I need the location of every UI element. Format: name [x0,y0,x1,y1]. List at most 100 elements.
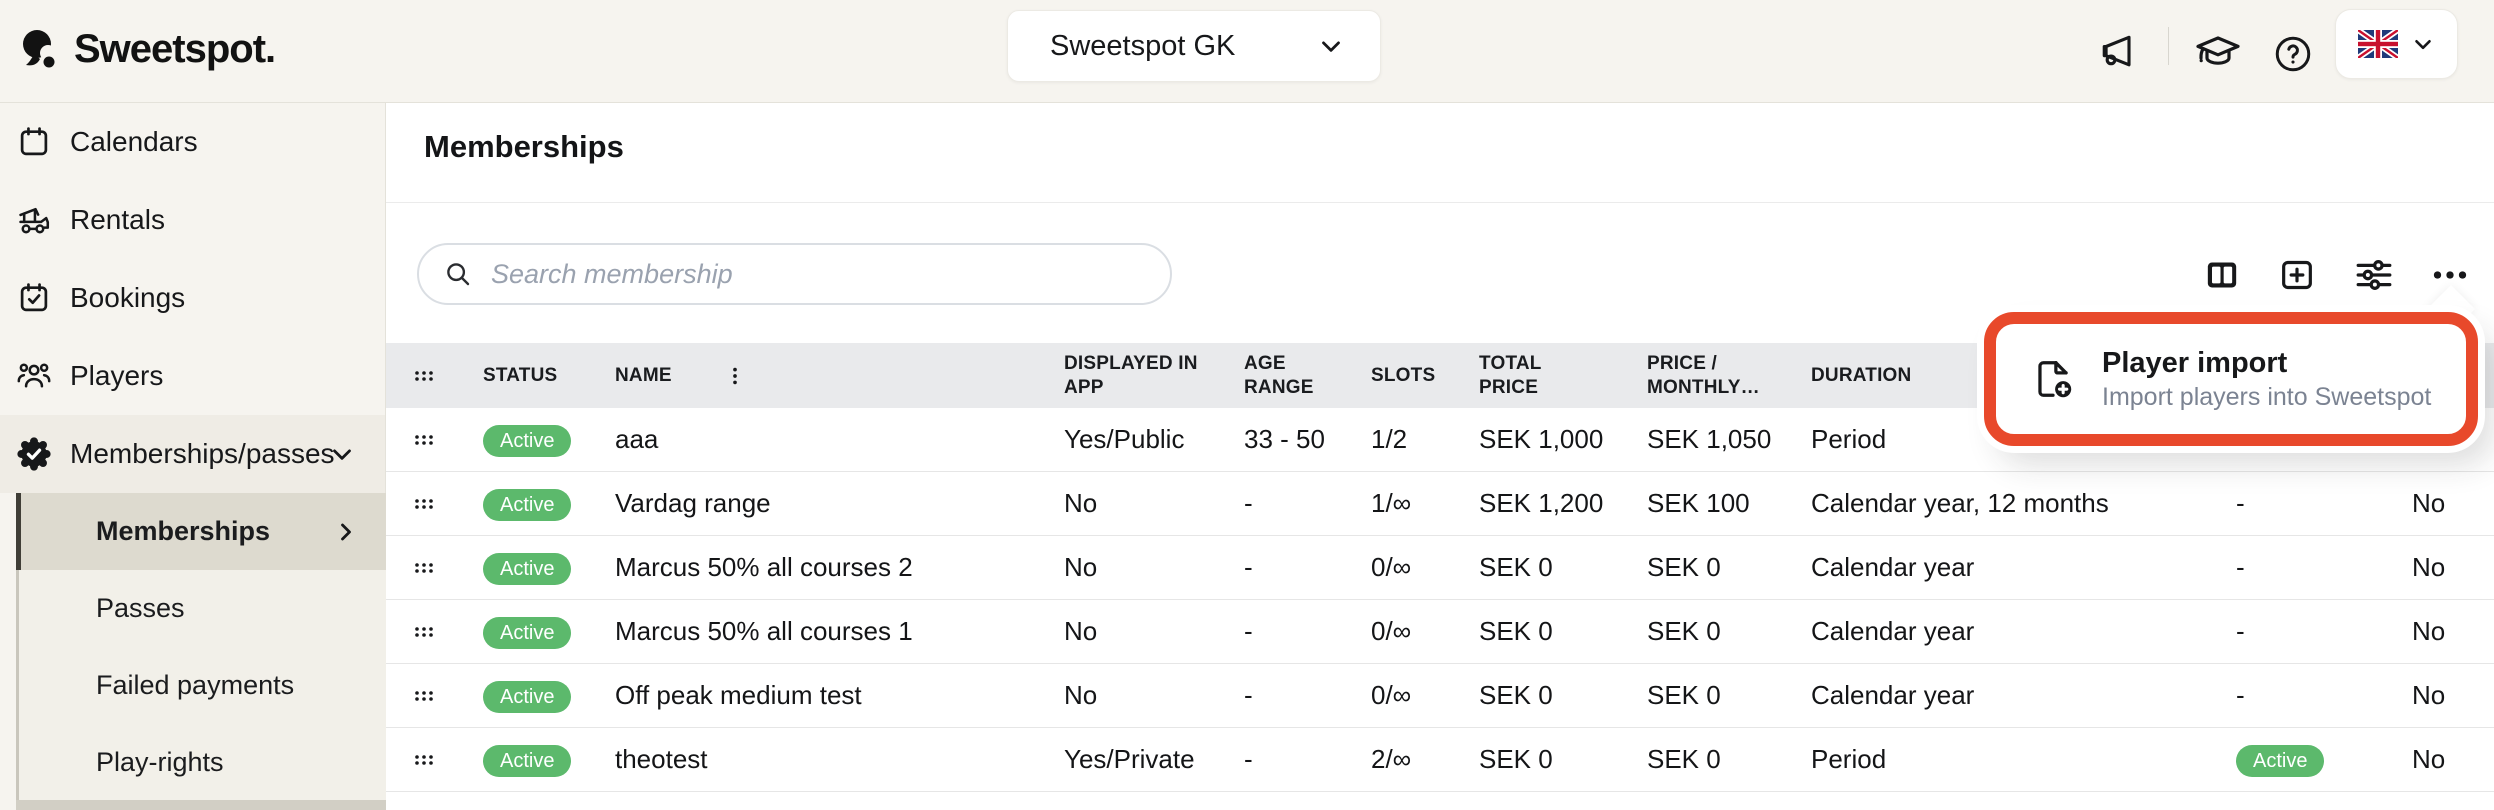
golf-cart-icon [14,200,54,240]
sidebar-item-memberships-passes[interactable]: Memberships/passes [0,415,385,493]
help-button[interactable] [2269,30,2317,78]
column-header-status[interactable]: STATUS [462,364,600,388]
column-header-name[interactable]: NAME [600,363,1050,389]
popup-subtitle: Import players into Sweetspot [2102,382,2431,413]
membership-name: theotest [600,744,1050,775]
submenu-item-label: Memberships [96,516,270,547]
file-plus-icon [2030,356,2076,402]
table-row[interactable]: Active Off peak medium test No - 0/∞ SEK… [386,664,2494,728]
cell-price-monthly: SEK 0 [1633,680,1797,711]
status-badge: Active [483,617,571,649]
club-selector[interactable]: Sweetspot GK [1007,10,1381,82]
sidebar-item-players[interactable]: Players [0,337,385,415]
drag-handle-icon[interactable] [386,430,462,450]
submenu-item-memberships[interactable]: Memberships [16,493,386,570]
submenu-item-label: Play-rights [96,747,224,778]
sidebar-item-label: Players [70,360,163,392]
columns-icon [2202,255,2242,295]
column-header-total-price[interactable]: TOTAL PRICE [1465,352,1633,400]
drag-handle-icon[interactable] [386,686,462,706]
sidebar-item-rentals[interactable]: Rentals [0,181,385,259]
cell-slots: 0/∞ [1357,552,1465,583]
megaphone-icon [2096,30,2140,74]
cell-price-monthly: SEK 0 [1633,616,1797,647]
table-row[interactable]: Active theotest Yes/Private - 2/∞ SEK 0 … [386,728,2494,792]
drag-handle-icon[interactable] [386,750,462,770]
drag-handle-icon[interactable] [386,622,462,642]
status-badge: Active [483,425,571,457]
chevron-down-icon [2410,31,2436,57]
status-badge: Active [483,553,571,585]
cell-last: No [2398,744,2494,775]
status-badge: Active [483,681,571,713]
cell-price-monthly: SEK 100 [1633,488,1797,519]
drag-handle-icon[interactable] [386,558,462,578]
membership-name: Marcus 50% all courses 2 [600,552,1050,583]
cell-age-range: 33 - 50 [1230,424,1357,455]
announcements-button[interactable] [2094,28,2142,76]
table-row[interactable]: Active Marcus 50% all courses 1 No - 0/∞… [386,600,2494,664]
view-columns-button[interactable] [2200,253,2244,297]
membership-name: Off peak medium test [600,680,1050,711]
divider [386,202,2494,203]
top-bar: Sweetspot. Sweetspot GK [0,0,2494,103]
cell-last: No [2398,488,2494,519]
topbar-divider [2168,27,2169,65]
sidebar-item-label: Rentals [70,204,165,236]
column-header-displayed-in-app[interactable]: DISPLAYED IN APP [1050,352,1230,400]
page-title: Memberships [424,129,624,165]
memberships-submenu: Memberships Passes Failed payments Play-… [16,493,386,801]
submenu-item-label: Failed payments [96,670,294,701]
cell-displayed: No [1050,616,1230,647]
cell-duration: Calendar year [1797,616,2222,647]
column-header-price-monthly[interactable]: PRICE / MONTHLY… [1633,352,1797,400]
drag-handle-icon[interactable] [386,366,462,386]
chevron-down-icon [327,439,357,469]
sidebar-item-bookings[interactable]: Bookings [0,259,385,337]
cell-displayed: Yes/Private [1050,744,1230,775]
graduation-cap-icon [2194,28,2242,76]
popup-title: Player import [2102,345,2431,382]
submenu-item-play-rights[interactable]: Play-rights [16,724,386,801]
submenu-item-failed-payments[interactable]: Failed payments [16,647,386,724]
calendar-check-icon [14,278,54,318]
cell-total-price: SEK 0 [1465,680,1633,711]
players-icon [14,356,54,396]
language-selector[interactable] [2335,9,2458,79]
drag-handle-icon[interactable] [386,494,462,514]
cell-slots: 1/2 [1357,424,1465,455]
search-input[interactable] [473,245,1170,303]
uk-flag-icon [2358,30,2398,58]
cell-price-monthly: SEK 1,050 [1633,424,1797,455]
academy-button[interactable] [2194,28,2242,76]
sidebar-item-calendars[interactable]: Calendars [0,103,385,181]
submenu-item-passes[interactable]: Passes [16,570,386,647]
status-badge: Active [2236,745,2324,777]
submenu-item-label: Passes [96,593,185,624]
cell-extra: - [2222,552,2398,583]
cell-total-price: SEK 1,200 [1465,488,1633,519]
main-content: Memberships [386,103,2494,810]
table-row[interactable]: Active Marcus 50% all courses 2 No - 0/∞… [386,536,2494,600]
filters-button[interactable] [2352,253,2396,297]
add-membership-button[interactable] [2275,253,2319,297]
membership-name: Marcus 50% all courses 1 [600,616,1050,647]
cell-duration: Period [1797,744,2222,775]
membership-name: aaa [600,424,1050,455]
column-header-age-range[interactable]: AGE RANGE [1230,352,1357,400]
cell-extra: Active [2222,743,2398,777]
cell-extra: - [2222,488,2398,519]
cell-age-range: - [1230,552,1357,583]
cell-age-range: - [1230,616,1357,647]
cell-total-price: SEK 1,000 [1465,424,1633,455]
column-header-slots[interactable]: SLOTS [1357,364,1465,388]
table-row[interactable]: Active Vardag range No - 1/∞ SEK 1,200 S… [386,472,2494,536]
search-icon [443,259,473,289]
cell-age-range: - [1230,680,1357,711]
sweetspot-logo[interactable]: Sweetspot. [20,24,275,74]
cell-slots: 2/∞ [1357,744,1465,775]
sidebar-item-label: Bookings [70,282,185,314]
column-menu-icon[interactable] [724,363,746,389]
cell-displayed: No [1050,488,1230,519]
player-import-menu-item[interactable]: Player import Import players into Sweets… [1984,312,2478,446]
